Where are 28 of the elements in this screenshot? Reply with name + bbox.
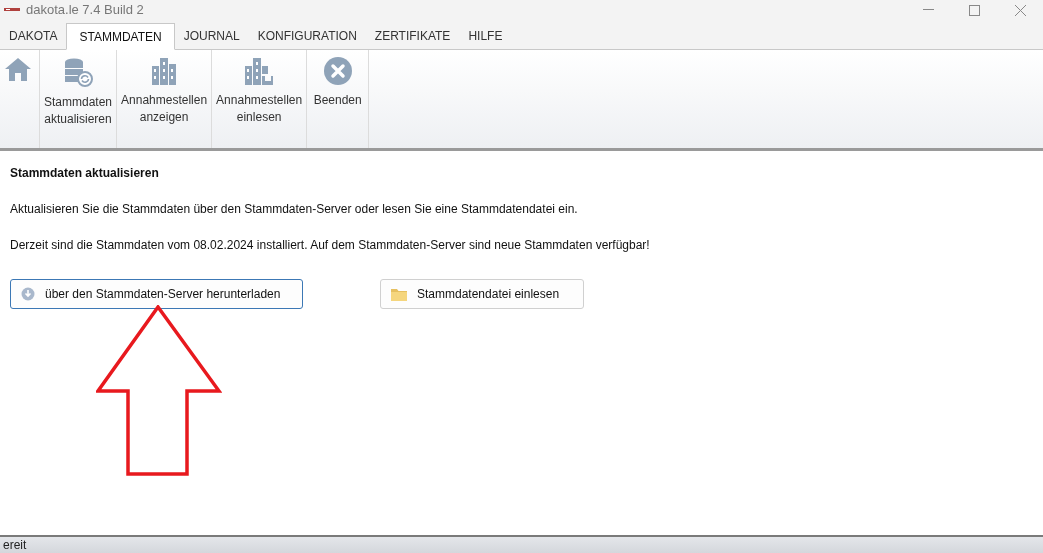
window-title: dakota.le 7.4 Build 2	[26, 1, 144, 20]
action-button[interactable]: Stammdatendatei einlesen	[380, 279, 584, 309]
action-button[interactable]: über den Stammdaten-Server herunterladen	[10, 279, 303, 309]
ribbon-button[interactable]: Annahmestellen einlesen	[212, 50, 308, 148]
ribbon-tab[interactable]: DAKOTA	[0, 22, 67, 49]
ribbon-button[interactable]: Beenden	[307, 50, 370, 148]
section-heading: Stammdaten aktualisieren	[10, 165, 160, 182]
close-icon	[322, 56, 353, 86]
ribbon-tab[interactable]: KONFIGURATION	[248, 22, 366, 49]
minimize-icon	[922, 9, 934, 11]
ribbon-tab[interactable]: ZERTIFIKATE	[365, 22, 460, 49]
home-icon	[4, 56, 32, 82]
ribbon-tab[interactable]: JOURNAL	[174, 22, 249, 49]
buildings-icon	[151, 56, 178, 86]
status-text: ereit	[2, 537, 27, 553]
ribbon-tab[interactable]: STAMMDATEN	[66, 23, 175, 50]
ribbon-button[interactable]: Stammdaten aktualisieren	[40, 50, 118, 148]
ribbon-button[interactable]: Annahmestellen anzeigen	[117, 50, 213, 148]
app-logo-icon	[4, 7, 20, 13]
info-text: Aktualisieren Sie die Stammdaten über den Stammdaten-Server oder lesen Sie eine Stammdatendatei ein.	[10, 201, 579, 218]
buildings-icon	[244, 56, 275, 86]
download-icon	[21, 287, 35, 301]
folder-icon	[391, 287, 407, 301]
info-text: Derzeit sind die Stammdaten vom 08.02.2024 installiert. Auf dem Stammdaten-Server sind neue Stammdaten verfügbar!	[10, 237, 651, 254]
close-icon	[1014, 4, 1026, 16]
ribbon-tab[interactable]: HILFE	[459, 22, 512, 49]
maximize-icon	[968, 4, 980, 16]
database-refresh-icon	[62, 56, 94, 88]
